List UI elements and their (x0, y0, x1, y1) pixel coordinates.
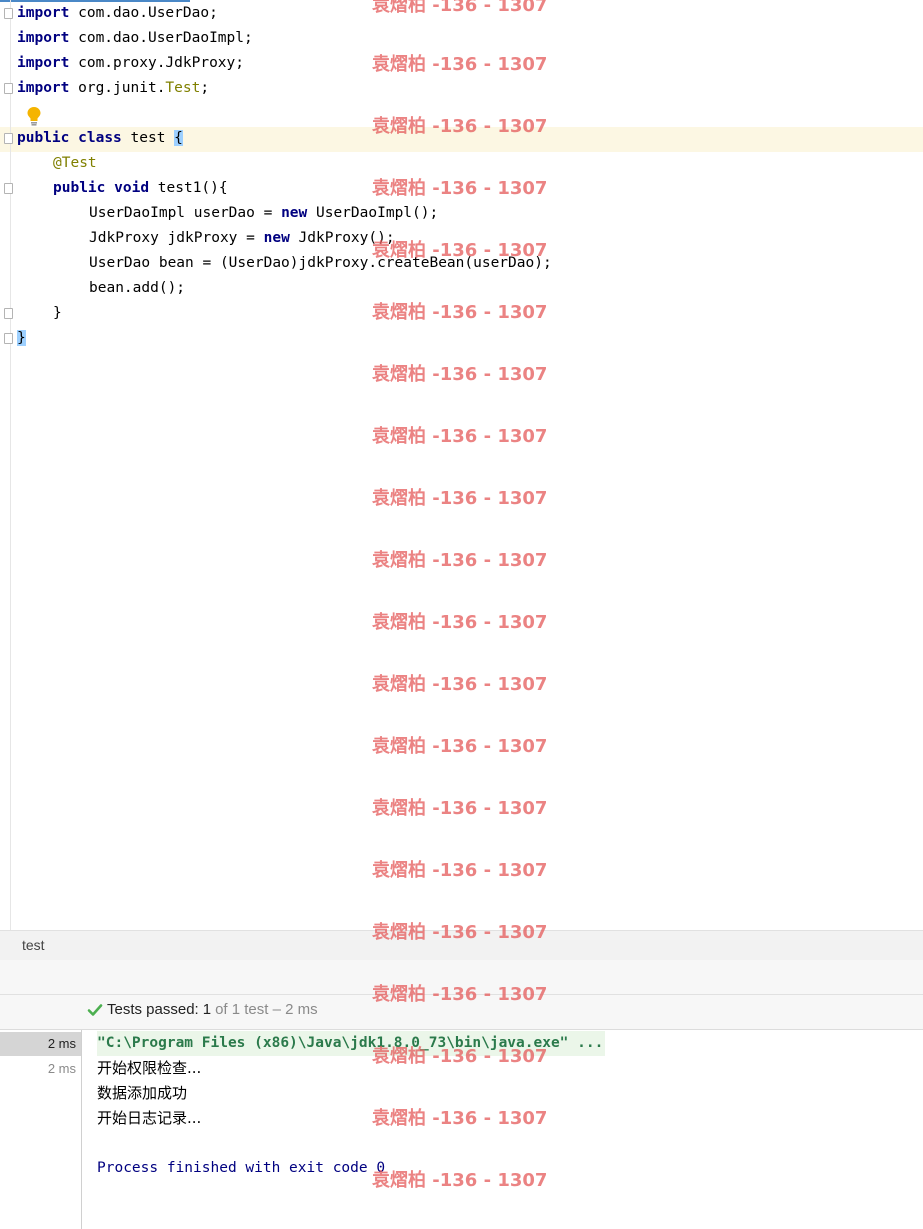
fold-marker-icon[interactable] (4, 333, 13, 344)
run-tool-window-header: test (0, 930, 923, 961)
check-icon (87, 1003, 103, 1016)
console-output[interactable]: "C:\Program Files (x86)\Java\jdk1.8.0_73… (82, 1030, 923, 1229)
code-line-6: public class test { (17, 126, 183, 151)
test-status: Tests passed: 1 of 1 test – 2 ms (87, 1001, 318, 1018)
code-text: org.junit. (69, 80, 166, 96)
keyword-class: class (78, 130, 122, 146)
code-text: com.proxy.JdkProxy; (69, 55, 244, 71)
console-command-line: "C:\Program Files (x86)\Java\jdk1.8.0_73… (97, 1031, 606, 1056)
code-editor[interactable]: import com.dao.UserDao; import com.dao.U… (0, 0, 923, 930)
code-line-11: UserDao bean = (UserDao)jdkProxy.createB… (89, 255, 552, 271)
run-tab-test[interactable]: test (22, 937, 45, 953)
keyword-import: import (17, 80, 70, 96)
keyword-public: public (53, 180, 106, 196)
fold-marker-icon[interactable] (4, 83, 13, 94)
code-line-8: public void test1(){ (53, 176, 228, 201)
matched-brace: } (17, 330, 26, 346)
code-text: com.dao.UserDaoImpl; (69, 30, 253, 46)
keyword-new: new (263, 230, 290, 246)
method-signature: test1(){ (149, 180, 228, 196)
class-reference: Test (165, 80, 201, 96)
test-status-bar: Tests passed: 1 of 1 test – 2 ms (0, 995, 923, 1030)
run-toolbar (0, 960, 923, 995)
code-line-13: } (53, 305, 62, 321)
keyword-void: void (114, 180, 150, 196)
test-tree-row-test1[interactable]: 2 ms (0, 1057, 81, 1081)
status-suffix: of 1 test – 2 ms (215, 1001, 318, 1018)
code-line-7: @Test (53, 151, 97, 176)
keyword-import: import (17, 5, 70, 21)
code-line-4: import org.junit.Test; (17, 76, 209, 101)
status-prefix: Tests passed: (107, 1001, 199, 1018)
fold-marker-icon[interactable] (4, 308, 13, 319)
matched-brace: { (174, 130, 183, 146)
console-output-line: 开始权限检查... (97, 1059, 202, 1077)
keyword-public: public (17, 130, 70, 146)
code-line-9: UserDaoImpl userDao = new UserDaoImpl(); (89, 201, 438, 226)
code-text: ; (200, 80, 210, 96)
annotation-test: @Test (53, 155, 97, 171)
status-passed-count: 1 (202, 1001, 212, 1018)
keyword-new: new (281, 205, 308, 221)
code-line-3: import com.proxy.JdkProxy; (17, 51, 244, 76)
code-text: JdkProxy jdkProxy = (89, 230, 264, 246)
fold-marker-icon[interactable] (4, 133, 13, 144)
test-tree[interactable]: 2 ms 2 ms (0, 1030, 82, 1229)
code-text: com.dao.UserDao; (69, 5, 218, 21)
test-tree-row-root[interactable]: 2 ms (0, 1032, 81, 1056)
code-line-14: } (17, 326, 26, 351)
code-text: JdkProxy(); (289, 230, 395, 246)
code-line-1: import com.dao.UserDao; (17, 1, 218, 26)
console-exit-line: Process finished with exit code 0 (97, 1160, 386, 1176)
console-output-line: 开始日志记录... (97, 1109, 202, 1127)
code-text: UserDaoImpl(); (307, 205, 439, 221)
code-text: UserDaoImpl userDao = (89, 205, 282, 221)
keyword-import: import (17, 30, 70, 46)
code-line-2: import com.dao.UserDaoImpl; (17, 26, 253, 51)
keyword-import: import (17, 55, 70, 71)
console-output-line: 数据添加成功 (97, 1084, 188, 1102)
code-line-10: JdkProxy jdkProxy = new JdkProxy(); (89, 226, 395, 251)
lightbulb-icon[interactable] (26, 106, 42, 126)
fold-marker-icon[interactable] (4, 183, 13, 194)
code-line-12: bean.add(); (89, 280, 186, 296)
class-name: test (121, 130, 175, 146)
fold-marker-icon[interactable] (4, 8, 13, 19)
